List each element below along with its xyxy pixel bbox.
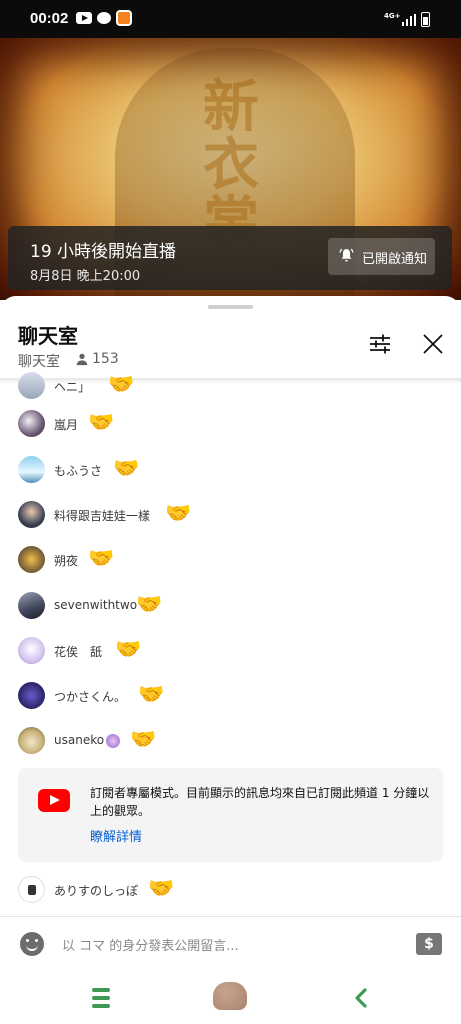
notify-button-label: 已開啟通知 (362, 252, 428, 267)
chat-mode-label[interactable]: 聊天室 (18, 351, 60, 371)
avatar[interactable] (18, 727, 45, 754)
handshake-emoji: 🤝 (115, 637, 142, 661)
chat-author[interactable]: つかさくん。 (54, 688, 126, 705)
chat-author[interactable]: ヘニ」 (54, 378, 90, 395)
avatar[interactable] (18, 410, 45, 437)
premiere-banner: 19 小時後開始直播 8月8日 晚上20:00 已開啟通知 (8, 226, 452, 290)
youtube-notification-icon (76, 12, 92, 24)
premiere-countdown: 19 小時後開始直播 (30, 242, 177, 262)
handshake-emoji: 🤝 (138, 682, 165, 706)
app-notification-icon (116, 10, 132, 26)
status-time: 00:02 (30, 10, 69, 27)
bell-ringing-icon (339, 248, 354, 262)
back-icon[interactable] (352, 988, 370, 1008)
chat-title: 聊天室 (18, 324, 78, 348)
battery-icon (421, 12, 430, 27)
avatar[interactable] (18, 372, 45, 399)
avatar[interactable] (18, 637, 45, 664)
avatar[interactable] (18, 592, 45, 619)
handshake-emoji: 🤝 (88, 546, 115, 570)
handshake-emoji: 🤝 (148, 876, 175, 900)
chat-author[interactable]: usaneko (54, 733, 104, 747)
close-icon[interactable] (421, 332, 445, 356)
live-chat-panel: 聊天室 聊天室 153 ヘニ」 🤝 嵐月 🤝 もふうさ 🤝 料得跟吉娃娃一樣 🤝 (0, 296, 461, 1024)
handshake-emoji: 🤝 (136, 592, 163, 616)
avatar[interactable] (18, 682, 45, 709)
avatar[interactable] (18, 876, 45, 903)
chat-author[interactable]: ありすのしっぽ (54, 882, 138, 899)
handshake-emoji: 🤝 (165, 501, 192, 525)
signal-icon (402, 14, 416, 26)
members-only-notice: 訂閱者專屬模式。目前顯示的訊息均來自已訂閱此頻道 1 分鐘以上的觀眾。 瞭解詳情 (18, 768, 443, 862)
learn-more-link[interactable]: 瞭解詳情 (90, 826, 142, 845)
currency-icon[interactable]: $ (416, 933, 442, 955)
handshake-emoji: 🤝 (108, 372, 135, 396)
chat-author[interactable]: sevenwithtwo (54, 598, 137, 612)
premiere-date: 8月8日 晚上20:00 (30, 269, 141, 284)
network-type-label: 4G+ (384, 12, 401, 20)
handshake-emoji: 🤝 (130, 727, 157, 751)
chat-author[interactable]: 嵐月 (54, 416, 78, 433)
avatar[interactable] (18, 456, 45, 483)
chat-author[interactable]: 料得跟吉娃娃一樣 (54, 507, 150, 524)
chat-author[interactable]: 朔夜 (54, 552, 78, 569)
chat-input-bar: 以 コマ 的身分發表公開留言... $ (0, 916, 461, 972)
youtube-logo-icon (38, 789, 70, 812)
member-badge-icon (106, 734, 120, 748)
chat-author[interactable]: 花俟 舐 (54, 643, 102, 660)
notice-text: 訂閱者專屬模式。目前顯示的訊息均來自已訂閱此頻道 1 分鐘以上的觀眾。 (90, 786, 430, 818)
status-bar: 00:02 4G+ (0, 0, 461, 38)
smiley-icon[interactable] (20, 932, 44, 956)
video-player[interactable]: 新衣裳 19 小時後開始直播 8月8日 晚上20:00 已開啟通知 (0, 38, 461, 300)
chat-notification-icon (97, 12, 111, 24)
sliders-icon[interactable] (366, 330, 394, 358)
chat-input[interactable]: 以 コマ 的身分發表公開留言... (62, 935, 239, 954)
avatar[interactable] (18, 546, 45, 573)
system-nav-bar (0, 972, 461, 1024)
notify-button[interactable]: 已開啟通知 (328, 238, 435, 275)
viewer-count: 153 (92, 351, 119, 367)
handshake-emoji: 🤝 (88, 410, 115, 434)
recents-icon[interactable] (92, 988, 110, 1008)
home-button[interactable] (213, 982, 247, 1010)
drag-handle[interactable] (208, 305, 253, 309)
handshake-emoji: 🤝 (113, 456, 140, 480)
person-icon (76, 353, 88, 366)
chat-author[interactable]: もふうさ (54, 462, 102, 479)
avatar[interactable] (18, 501, 45, 528)
